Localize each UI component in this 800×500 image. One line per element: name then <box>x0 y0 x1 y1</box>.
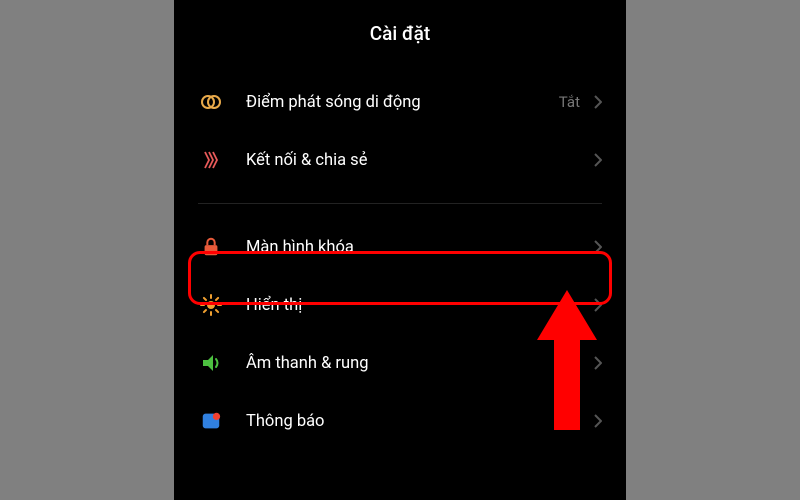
item-label: Kết nối & chia sẻ <box>246 151 594 170</box>
notification-icon <box>198 408 224 434</box>
chevron-right-icon <box>594 298 602 312</box>
brightness-icon <box>198 292 224 318</box>
item-label: Âm thanh & rung <box>246 354 594 373</box>
settings-item-notifications[interactable]: Thông báo <box>198 392 602 450</box>
chevron-right-icon <box>594 356 602 370</box>
settings-item-connection[interactable]: Kết nối & chia sẻ <box>198 131 602 189</box>
settings-item-sound[interactable]: Âm thanh & rung <box>198 334 602 392</box>
settings-item-hotspot[interactable]: Điểm phát sóng di động Tắt <box>198 73 602 131</box>
item-label: Hiển thị <box>246 296 594 315</box>
page-title: Cài đặt <box>174 0 626 73</box>
item-value: Tắt <box>559 93 580 111</box>
chevron-right-icon <box>594 153 602 167</box>
connection-icon <box>198 147 224 173</box>
divider <box>198 203 602 204</box>
item-label: Điểm phát sóng di động <box>246 93 559 112</box>
sound-icon <box>198 350 224 376</box>
chevron-right-icon <box>594 414 602 428</box>
settings-item-display[interactable]: Hiển thị <box>198 276 602 334</box>
settings-screen: Cài đặt Điểm phát sóng di động Tắt Kết n… <box>174 0 626 500</box>
item-label: Màn hình khóa <box>246 238 594 257</box>
item-label: Thông báo <box>246 412 594 431</box>
hotspot-icon <box>198 89 224 115</box>
chevron-right-icon <box>594 95 602 109</box>
lock-icon <box>198 234 224 260</box>
chevron-right-icon <box>594 240 602 254</box>
settings-list: Điểm phát sóng di động Tắt Kết nối & chi… <box>174 73 626 450</box>
settings-item-lockscreen[interactable]: Màn hình khóa <box>198 218 602 276</box>
